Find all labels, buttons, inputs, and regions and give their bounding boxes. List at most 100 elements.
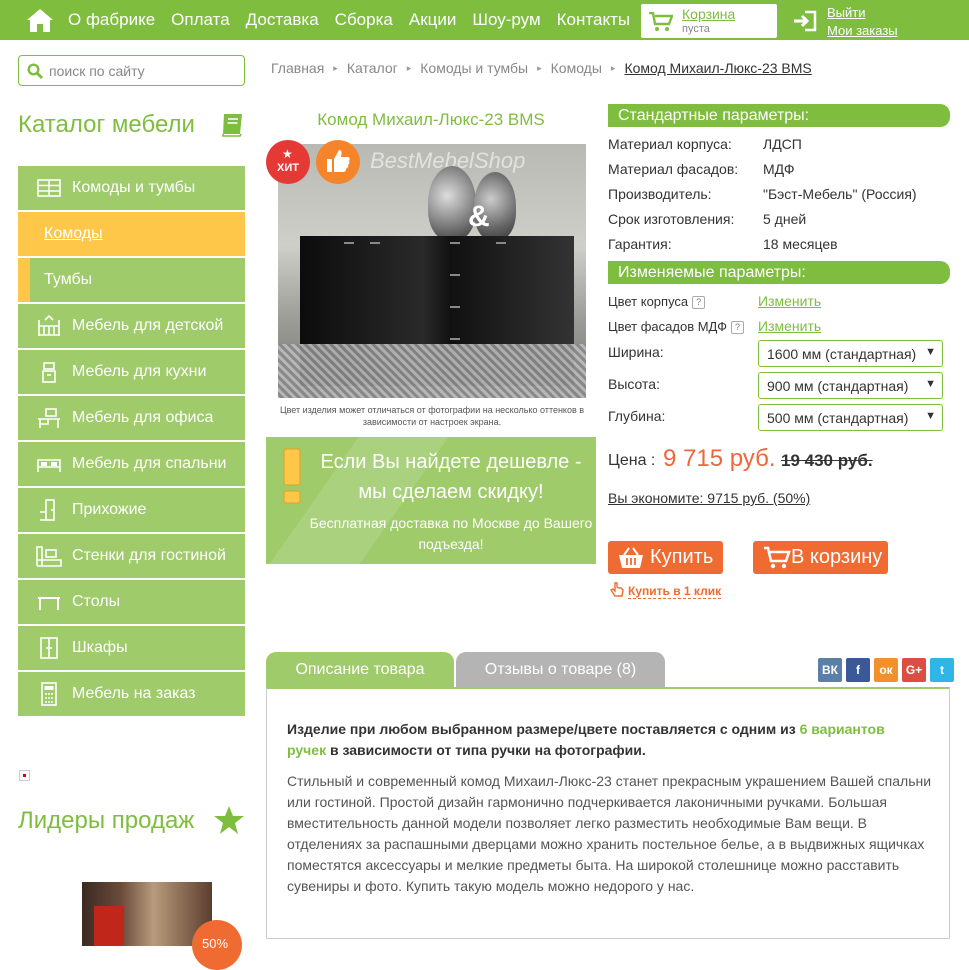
height-select[interactable]: 900 мм (стандартная) ▼	[758, 372, 943, 399]
menu-item-label: Мебель для кухни	[72, 363, 207, 380]
cart-link[interactable]: Корзина	[682, 6, 735, 22]
menu-item-label: Тумбы	[44, 271, 93, 288]
param-value: ЛДСП	[763, 136, 802, 152]
nav-contacts[interactable]: Контакты	[557, 10, 630, 30]
my-orders-link[interactable]: Мои заказы	[827, 23, 898, 38]
description-lead: Изделие при любом выбранном размере/цвет…	[287, 719, 927, 761]
help-icon[interactable]: ?	[692, 296, 706, 309]
vk-share-icon[interactable]: ВК	[818, 658, 842, 682]
chevron-right-icon: ▸	[333, 62, 338, 73]
one-click-buy-link[interactable]: Купить в 1 клик	[609, 582, 722, 599]
catalog-menu: Комоды и тумбы Комоды Тумбы Мебель для д…	[18, 166, 245, 718]
nav-promotions[interactable]: Акции	[409, 10, 457, 30]
menu-item-nightstands[interactable]: Тумбы	[18, 258, 245, 302]
star-icon	[214, 806, 244, 834]
param-value: 5 дней	[763, 211, 807, 227]
table-icon	[38, 597, 60, 610]
nav-payment[interactable]: Оплата	[171, 10, 229, 30]
banner-subtext: Бесплатная доставка по Москве до Вашего …	[309, 515, 593, 552]
param-key: Материал корпуса:	[608, 136, 732, 152]
depth-select-value: 500 мм (стандартная)	[767, 410, 909, 426]
menu-item-tables[interactable]: Столы	[18, 580, 245, 624]
param-row: Гарантия: 18 месяцев	[608, 236, 838, 252]
param-key: Материал фасадов:	[608, 161, 739, 177]
menu-item-label: Комоды и тумбы	[72, 179, 196, 196]
dropdown-arrow-icon: ▼	[925, 410, 936, 422]
product-title: Комод Михаил-Люкс-23 BMS	[317, 110, 545, 129]
breadcrumb-current[interactable]: Комод Михаил-Люкс-23 BMS	[624, 60, 811, 76]
home-icon[interactable]	[26, 7, 54, 33]
search-icon[interactable]	[27, 63, 43, 79]
param-row: Материал корпуса: ЛДСП	[608, 136, 802, 152]
nav-about[interactable]: О фабрике	[68, 10, 155, 30]
tab-description[interactable]: Описание товара	[266, 652, 454, 687]
add-to-cart-button[interactable]: В корзину	[753, 541, 888, 574]
current-price: 9 715 руб.	[663, 445, 776, 472]
chevron-right-icon: ▸	[406, 62, 412, 73]
tv-wall-icon	[36, 546, 62, 567]
change-body-color-link[interactable]: Изменить	[758, 293, 821, 309]
menu-item-living-room-walls[interactable]: Стенки для гостиной	[18, 534, 245, 578]
param-value: "Бэст-Мебель" (Россия)	[763, 186, 917, 202]
breadcrumb-dressers[interactable]: Комоды	[551, 60, 602, 76]
tab-reviews[interactable]: Отзывы о товаре (8)	[456, 652, 665, 687]
depth-label: Глубина:	[608, 408, 666, 424]
nav-delivery[interactable]: Доставка	[246, 10, 319, 30]
depth-select[interactable]: 500 мм (стандартная) ▼	[758, 404, 943, 431]
old-price: 19 430 руб.	[781, 451, 873, 470]
product-photo[interactable]: BestMebelShop &	[278, 144, 586, 398]
facebook-share-icon[interactable]: f	[846, 658, 870, 682]
change-facade-color-link[interactable]: Изменить	[758, 318, 821, 334]
param-key: Производитель:	[608, 186, 712, 202]
facade-color-row: Цвет фасадов МДФ?	[608, 319, 744, 334]
menu-item-hallways[interactable]: Прихожие	[18, 488, 245, 532]
hand-pointer-icon	[609, 582, 624, 597]
breadcrumb: Главная ▸ Каталог ▸ Комоды и тумбы ▸ Ком…	[271, 60, 812, 76]
menu-item-label: Мебель для детской	[72, 317, 224, 334]
variable-params-heading: Изменяемые параметры:	[608, 261, 950, 284]
width-label: Ширина:	[608, 344, 664, 360]
nav-assembly[interactable]: Сборка	[335, 10, 393, 30]
breadcrumb-catalog[interactable]: Каталог	[347, 60, 398, 76]
param-row: Материал фасадов: МДФ	[608, 161, 794, 177]
menu-item-kitchen-furniture[interactable]: Мебель для кухни	[18, 350, 245, 394]
help-icon[interactable]: ?	[730, 321, 744, 334]
twitter-share-icon[interactable]: t	[930, 658, 954, 682]
kitchen-icon	[42, 362, 56, 383]
cart-widget[interactable]: Корзина пуста	[641, 4, 777, 38]
bed-icon	[37, 459, 61, 472]
chevron-right-icon: ▸	[537, 62, 542, 73]
calculator-icon	[41, 682, 57, 706]
menu-item-dressers-nightstands[interactable]: Комоды и тумбы	[18, 166, 245, 210]
menu-item-custom-furniture[interactable]: Мебель на заказ	[18, 672, 245, 716]
param-key: Срок изготовления:	[608, 211, 735, 227]
google-plus-share-icon[interactable]: G+	[902, 658, 926, 682]
shopping-cart-icon	[764, 546, 791, 569]
menu-item-kids-furniture[interactable]: Мебель для детской	[18, 304, 245, 348]
nav-showroom[interactable]: Шоу-рум	[472, 10, 540, 30]
hit-badge: ХИТ	[266, 140, 310, 184]
buy-button-label: Купить	[650, 546, 714, 568]
breadcrumb-home[interactable]: Главная	[271, 60, 324, 76]
width-select-value: 1600 мм (стандартная)	[767, 346, 917, 362]
width-select[interactable]: 1600 мм (стандартная) ▼	[758, 340, 943, 367]
basket-icon	[619, 547, 643, 568]
menu-item-office-furniture[interactable]: Мебель для офиса	[18, 396, 245, 440]
standard-params-heading: Стандартные параметры:	[608, 104, 950, 127]
menu-item-bedroom-furniture[interactable]: Мебель для спальни	[18, 442, 245, 486]
param-key: Гарантия:	[608, 236, 672, 252]
search-input[interactable]	[49, 61, 239, 81]
dropdown-arrow-icon: ▼	[925, 346, 936, 358]
height-label: Высота:	[608, 376, 660, 392]
logout-link[interactable]: Выйти	[827, 5, 866, 20]
odnoklassniki-share-icon[interactable]: ок	[874, 658, 898, 682]
menu-item-dressers[interactable]: Комоды	[18, 212, 245, 256]
height-select-value: 900 мм (стандартная)	[767, 378, 909, 394]
buy-button[interactable]: Купить	[608, 541, 723, 574]
breadcrumb-dressers-nightstands[interactable]: Комоды и тумбы	[420, 60, 528, 76]
menu-item-wardrobes[interactable]: Шкафы	[18, 626, 245, 670]
shopping-cart-icon	[649, 12, 673, 31]
menu-item-label: Прихожие	[72, 501, 147, 518]
banner-headline-line1: Если Вы найдете дешевле -	[320, 451, 582, 473]
photo-disclaimer: Цвет изделия может отличаться от фотогра…	[279, 405, 585, 427]
